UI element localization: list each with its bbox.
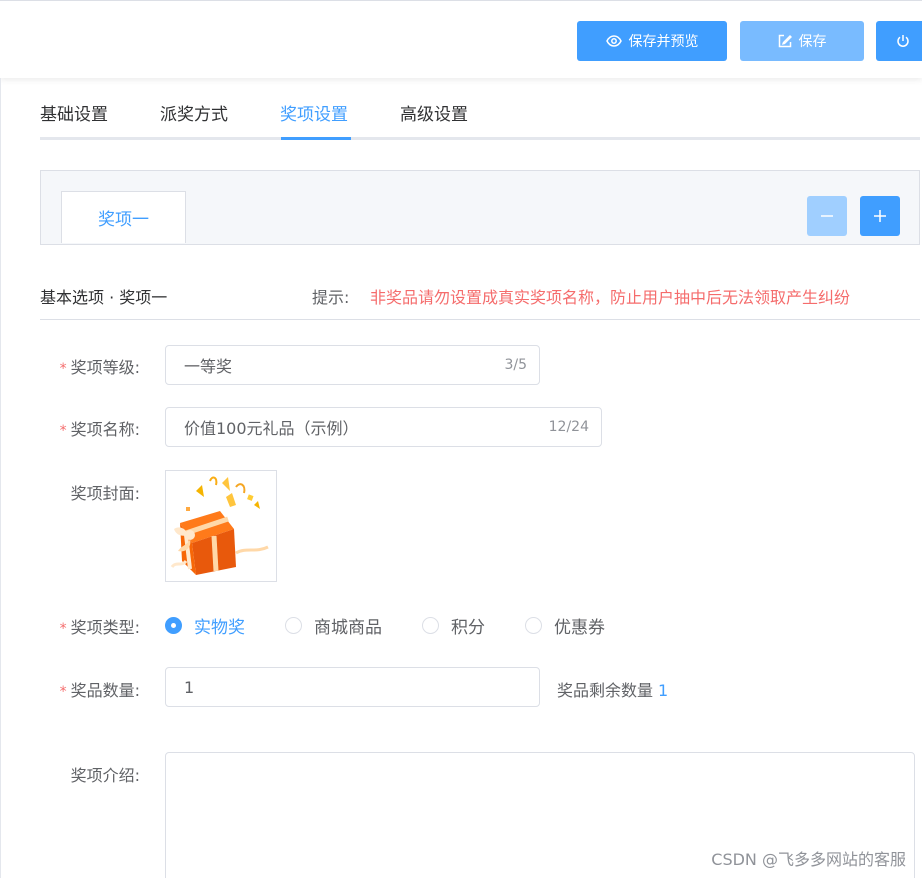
settings-tabs: 基础设置 派奖方式 奖项设置 高级设置	[40, 102, 920, 140]
radio-points[interactable]: 积分	[422, 613, 485, 638]
save-and-preview-label: 保存并预览	[628, 34, 699, 50]
intro-label: 奖项介绍:	[70, 766, 140, 785]
main-content: 基础设置 派奖方式 奖项设置 高级设置 奖项一 基本选项 · 奖项一 提示: 非…	[0, 78, 922, 878]
section-divider	[40, 319, 920, 320]
tab-advanced[interactable]: 高级设置	[400, 102, 468, 140]
prize-level-input[interactable]: 一等奖 3/5	[165, 345, 540, 385]
tab-delivery[interactable]: 派奖方式	[160, 102, 228, 140]
tab-prize[interactable]: 奖项设置	[280, 102, 348, 140]
save-and-preview-button[interactable]: 保存并预览	[577, 21, 727, 61]
remaining-value: 1	[658, 681, 669, 700]
prize-tab-1[interactable]: 奖项一	[61, 191, 186, 243]
radio-dot	[422, 617, 439, 634]
radio-dot	[285, 617, 302, 634]
quantity-input[interactable]: 1	[165, 667, 540, 707]
quantity-value: 1	[184, 677, 195, 697]
radio-dot	[525, 617, 542, 634]
name-label: * 奖项名称:	[59, 420, 140, 439]
exit-button[interactable]	[876, 21, 922, 61]
cover-label: 奖项封面:	[70, 484, 140, 503]
minus-icon	[820, 204, 834, 228]
tab-basic[interactable]: 基础设置	[40, 102, 108, 140]
remove-prize-button[interactable]	[807, 196, 847, 236]
hint-text: 非奖品请勿设置成真实奖项名称，防止用户抽中后无法领取产生纠纷	[370, 288, 851, 307]
quantity-label: * 奖品数量:	[59, 681, 140, 700]
radio-mall-product[interactable]: 商城商品	[285, 613, 382, 638]
required-mark: *	[59, 361, 67, 377]
required-mark: *	[59, 621, 67, 637]
section-title: 基本选项 · 奖项一	[40, 288, 168, 307]
type-label: * 奖项类型:	[59, 618, 140, 637]
prize-name-count: 12/24	[548, 419, 589, 435]
radio-physical[interactable]: 实物奖	[165, 613, 245, 638]
watermark: CSDN @飞多多网站的客服	[711, 850, 906, 869]
radio-coupon-label: 优惠券	[554, 618, 605, 638]
radio-mall-product-label: 商城商品	[314, 618, 382, 638]
plus-icon	[873, 204, 887, 228]
radio-dot	[165, 617, 182, 634]
prize-cover-upload[interactable]	[165, 470, 277, 582]
radio-coupon[interactable]: 优惠券	[525, 613, 605, 638]
prize-name-value: 价值100元礼品（示例）	[184, 419, 359, 438]
remaining-label: 奖品剩余数量	[557, 681, 654, 700]
add-prize-button[interactable]	[860, 196, 900, 236]
prize-tabs-panel: 奖项一	[40, 170, 920, 245]
remaining-quantity: 奖品剩余数量 1	[557, 677, 668, 701]
edit-icon	[778, 34, 792, 48]
radio-physical-label: 实物奖	[194, 618, 245, 638]
level-label: * 奖项等级:	[59, 358, 140, 377]
required-mark: *	[59, 684, 67, 700]
save-label: 保存	[798, 34, 827, 50]
required-mark: *	[59, 423, 67, 439]
save-button[interactable]: 保存	[740, 21, 864, 61]
prize-name-input[interactable]: 价值100元礼品（示例） 12/24	[165, 407, 602, 447]
hint-label: 提示:	[312, 288, 350, 307]
top-toolbar: 保存并预览 保存	[0, 0, 922, 78]
radio-points-label: 积分	[451, 618, 485, 638]
power-icon	[896, 34, 910, 48]
prize-level-value: 一等奖	[184, 357, 233, 376]
eye-icon	[605, 35, 622, 47]
gift-box-image	[170, 476, 269, 575]
active-tab-indicator	[281, 137, 351, 140]
prize-level-count: 3/5	[504, 357, 527, 373]
